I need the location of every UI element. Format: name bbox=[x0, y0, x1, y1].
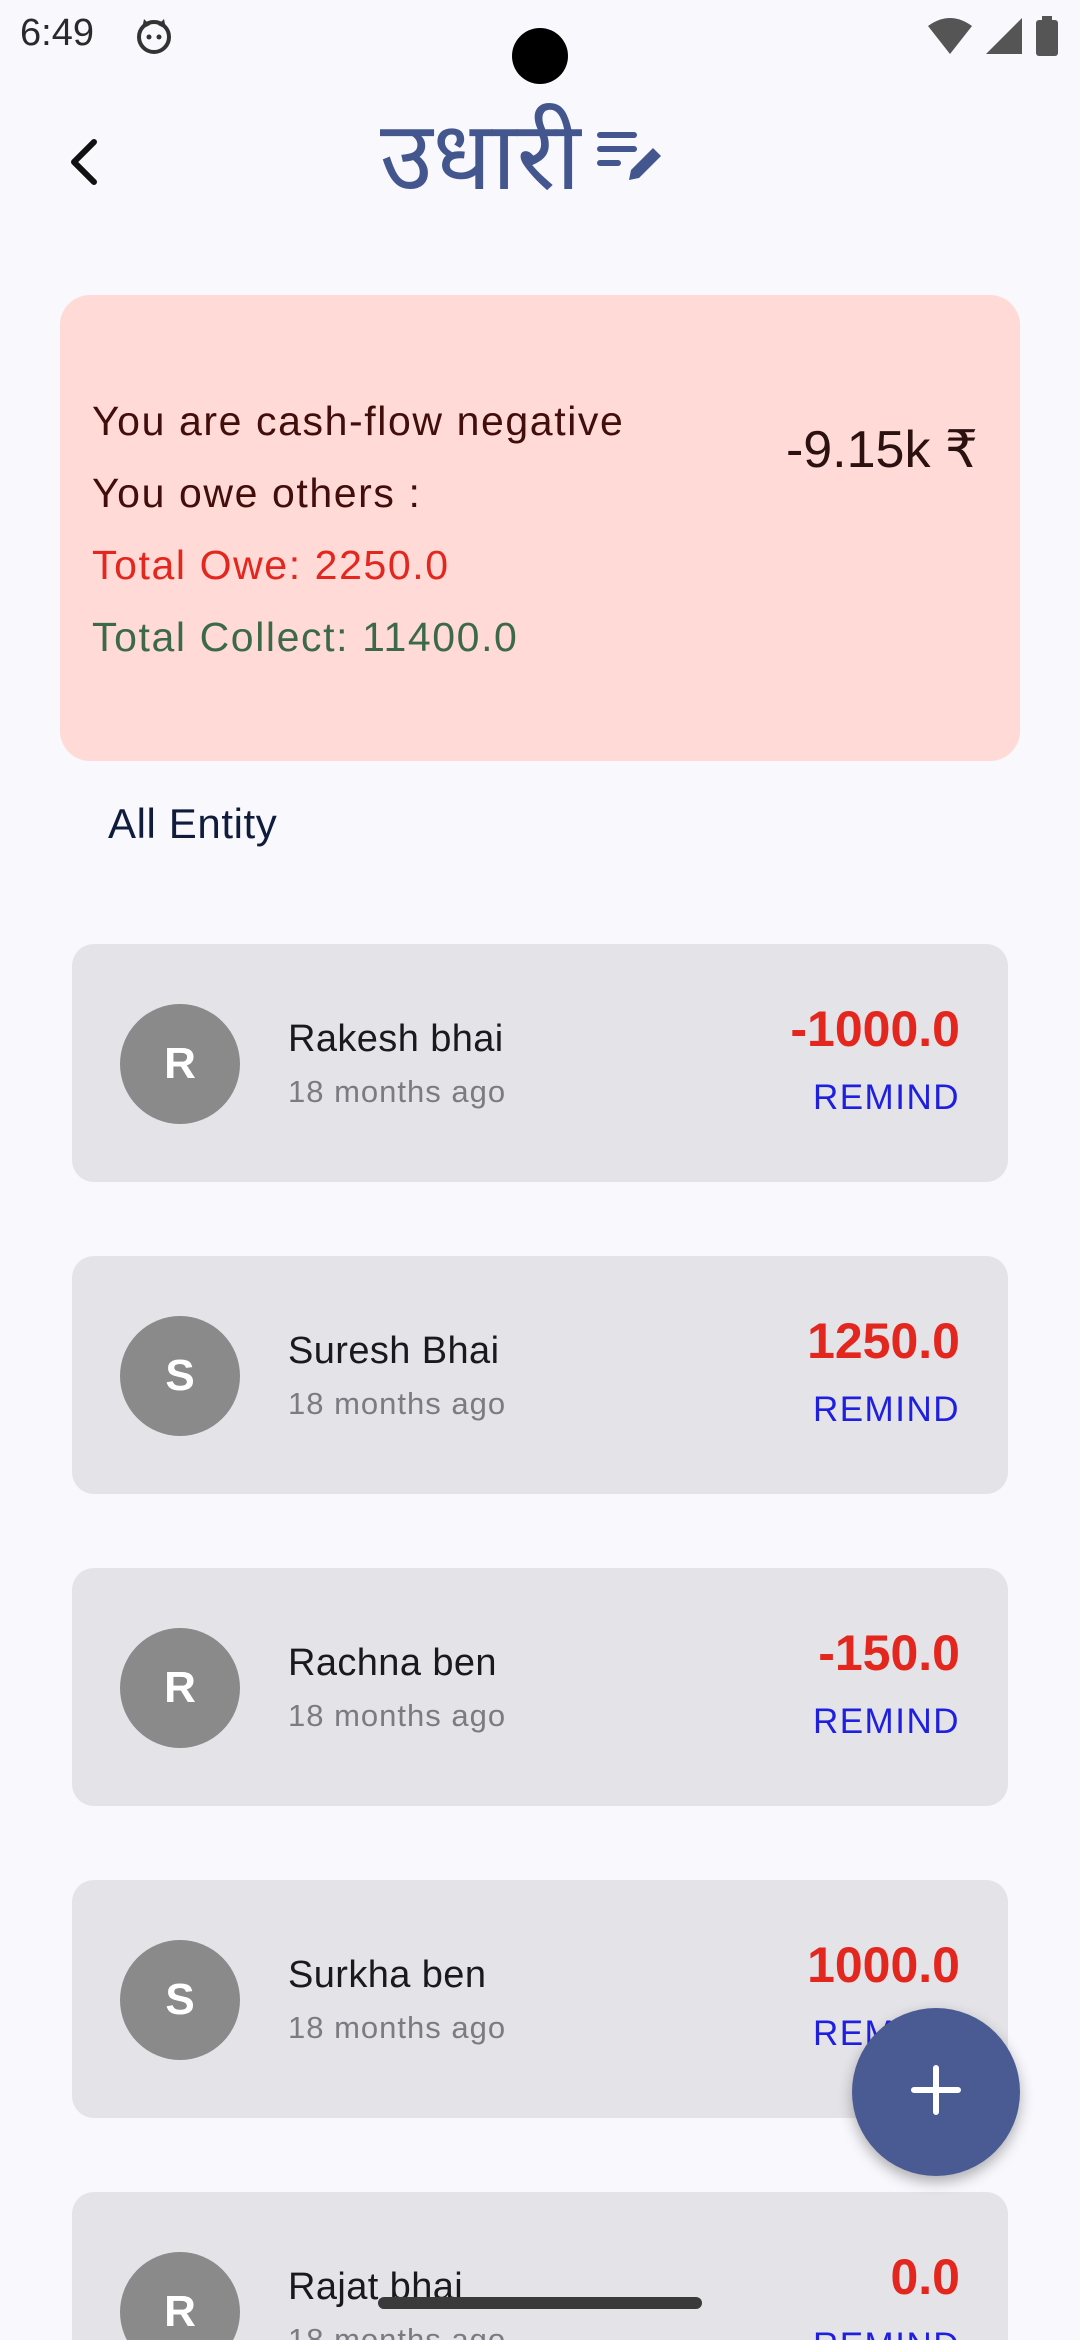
cat-notification-icon bbox=[134, 15, 174, 55]
notes-pen-icon bbox=[595, 118, 667, 195]
add-entity-button[interactable] bbox=[852, 2008, 1020, 2176]
entity-amount: -150.0 bbox=[818, 1625, 960, 1681]
entity-time: 18 months ago bbox=[288, 1074, 507, 1109]
home-indicator[interactable] bbox=[378, 2297, 702, 2309]
entity-amount: 0.0 bbox=[890, 2249, 960, 2305]
section-title: All Entity bbox=[108, 800, 278, 847]
status-bar: 6:49 bbox=[0, 0, 1080, 84]
entity-card[interactable]: R Rakesh bhai 18 months ago -1000.0 REMI… bbox=[72, 944, 1008, 1182]
entity-time: 18 months ago bbox=[288, 1386, 507, 1421]
entity-name: Surkha ben bbox=[288, 1954, 487, 1996]
summary-lines: You are cash-flow negative You owe other… bbox=[92, 385, 624, 673]
plus-icon bbox=[910, 2064, 962, 2121]
app-screen: 6:49 उधारी You are cash-flow negative Yo… bbox=[0, 0, 1080, 2340]
owe-others-label: You owe others : bbox=[92, 470, 422, 516]
entity-name: Rakesh bhai bbox=[288, 1018, 504, 1060]
entity-card[interactable]: S Suresh Bhai 18 months ago 1250.0 REMIN… bbox=[72, 1256, 1008, 1494]
cash-flow-status: You are cash-flow negative bbox=[92, 398, 625, 444]
total-owe: Total Owe: 2250.0 bbox=[92, 542, 450, 588]
status-time: 6:49 bbox=[20, 12, 94, 54]
entity-time: 18 months ago bbox=[288, 2010, 507, 2045]
net-balance: -9.15k ₹ bbox=[785, 421, 978, 479]
entity-name: Suresh Bhai bbox=[288, 1330, 500, 1372]
avatar: S bbox=[120, 1316, 240, 1436]
remind-button[interactable]: REMIND bbox=[813, 1078, 960, 1118]
back-arrow-icon bbox=[64, 138, 104, 191]
remind-button[interactable]: REMIND bbox=[813, 1702, 960, 1742]
avatar: R bbox=[120, 1628, 240, 1748]
entity-time: 18 months ago bbox=[288, 2322, 507, 2340]
app-title: उधारी bbox=[380, 96, 667, 216]
status-icons bbox=[926, 16, 1060, 61]
remind-button[interactable]: REMIND bbox=[813, 1390, 960, 1430]
total-collect: Total Collect: 11400.0 bbox=[92, 614, 519, 660]
entity-amount: -1000.0 bbox=[790, 1001, 960, 1057]
app-title-text: उधारी bbox=[380, 100, 581, 212]
battery-icon bbox=[1034, 16, 1060, 61]
avatar: S bbox=[120, 1940, 240, 2060]
entity-amount: 1000.0 bbox=[807, 1937, 960, 1993]
entity-card[interactable]: R Rajat bhai 18 months ago 0.0 REMIND bbox=[72, 2192, 1008, 2340]
cellular-signal-icon bbox=[984, 16, 1024, 61]
entity-time: 18 months ago bbox=[288, 1698, 507, 1733]
remind-button[interactable]: REMIND bbox=[813, 2326, 960, 2340]
cash-flow-summary-card: You are cash-flow negative You owe other… bbox=[60, 295, 1020, 761]
camera-cutout bbox=[512, 28, 568, 84]
wifi-icon bbox=[926, 16, 974, 61]
back-button[interactable] bbox=[52, 132, 116, 196]
avatar: R bbox=[120, 1004, 240, 1124]
entity-name: Rachna ben bbox=[288, 1642, 497, 1684]
entity-amount: 1250.0 bbox=[807, 1313, 960, 1369]
avatar: R bbox=[120, 2252, 240, 2340]
entity-card[interactable]: R Rachna ben 18 months ago -150.0 REMIND bbox=[72, 1568, 1008, 1806]
